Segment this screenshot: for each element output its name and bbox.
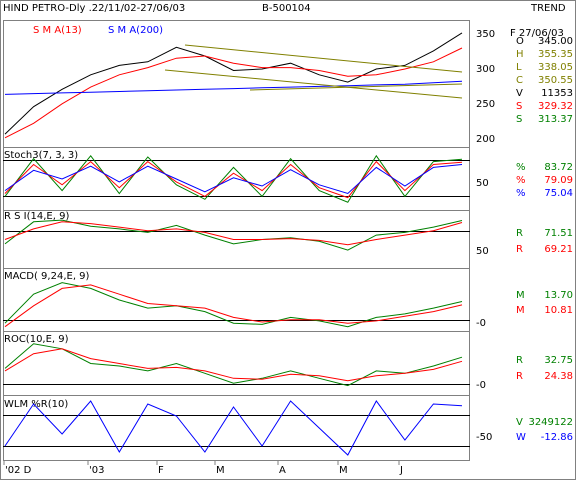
x-tick-label: M	[216, 465, 225, 476]
stat-key: M	[516, 305, 525, 316]
y-tick-label: -0	[476, 318, 486, 329]
y-tick-label: 50	[476, 246, 489, 257]
stat-value: 32.75	[544, 355, 573, 366]
stat-key: S	[516, 101, 522, 112]
y-tick-label: -50	[476, 432, 492, 443]
stat-value: 329.32	[538, 101, 573, 112]
stat-value: 3249122	[528, 417, 573, 428]
stat-key: R	[516, 371, 523, 382]
stat-key: V	[516, 88, 523, 99]
y-tick-label: 200	[476, 134, 495, 145]
y-tick-label: 350	[476, 29, 495, 40]
chart-title: HIND PETRO-Dly .22/11/02-27/06/03	[3, 3, 185, 14]
stat-value: 71.51	[544, 228, 573, 239]
stat-value: 69.21	[544, 244, 573, 255]
stat-key: %	[516, 175, 526, 186]
stat-value: 338.05	[538, 62, 573, 73]
stat-key: L	[516, 62, 522, 73]
x-tick-label: J	[399, 465, 403, 476]
roc-label: ROC(10,E, 9)	[4, 334, 69, 345]
stat-key: %	[516, 162, 526, 173]
x-tick-label: F	[158, 465, 164, 476]
stat-value: 313.37	[538, 114, 573, 125]
sma200-legend: S M A(200)	[108, 25, 163, 36]
sma13-legend: S M A(13)	[33, 25, 82, 36]
stat-value: 13.70	[544, 290, 573, 301]
stat-value: 75.04	[544, 188, 573, 199]
stat-value: 83.72	[544, 162, 573, 173]
stat-value: 79.09	[544, 175, 573, 186]
wlm-label: WLM %R(10)	[4, 399, 68, 410]
y-tick-label: 50	[476, 178, 489, 189]
stat-key: C	[516, 75, 523, 86]
macd-label: MACD( 9,24,E, 9)	[4, 271, 90, 282]
stat-value: -12.86	[541, 432, 573, 443]
stoch-label: Stoch3(7, 3, 3)	[4, 150, 78, 161]
stat-key: W	[516, 432, 526, 443]
stat-key: R	[516, 244, 523, 255]
trend-label: TREND	[530, 3, 566, 14]
stock-code: B-500104	[262, 3, 311, 14]
stat-key: S	[516, 114, 522, 125]
stat-value: 345.00	[538, 36, 573, 47]
x-tick-label: A	[279, 465, 286, 476]
stat-value: 11353	[541, 88, 573, 99]
stat-key: R	[516, 355, 523, 366]
y-tick-label: 300	[476, 64, 495, 75]
x-tick-label: '03	[89, 465, 104, 476]
y-tick-label: -0	[476, 380, 486, 391]
stat-value: 24.38	[544, 371, 573, 382]
stat-key: R	[516, 228, 523, 239]
stat-value: 355.35	[538, 49, 573, 60]
stat-key: O	[516, 36, 524, 47]
stat-value: 350.55	[538, 75, 573, 86]
stat-value: 10.81	[544, 305, 573, 316]
stat-key: M	[516, 290, 525, 301]
y-tick-label: 250	[476, 99, 495, 110]
x-tick-label: M	[339, 465, 348, 476]
chart-svg: HIND PETRO-Dly .22/11/02-27/06/03 B-5001…	[0, 0, 576, 480]
stat-key: %	[516, 188, 526, 199]
chart-root: HIND PETRO-Dly .22/11/02-27/06/03 B-5001…	[0, 0, 576, 480]
stat-key: H	[516, 49, 524, 60]
x-tick-label: '02 D	[5, 465, 32, 476]
stat-key: V	[516, 417, 523, 428]
